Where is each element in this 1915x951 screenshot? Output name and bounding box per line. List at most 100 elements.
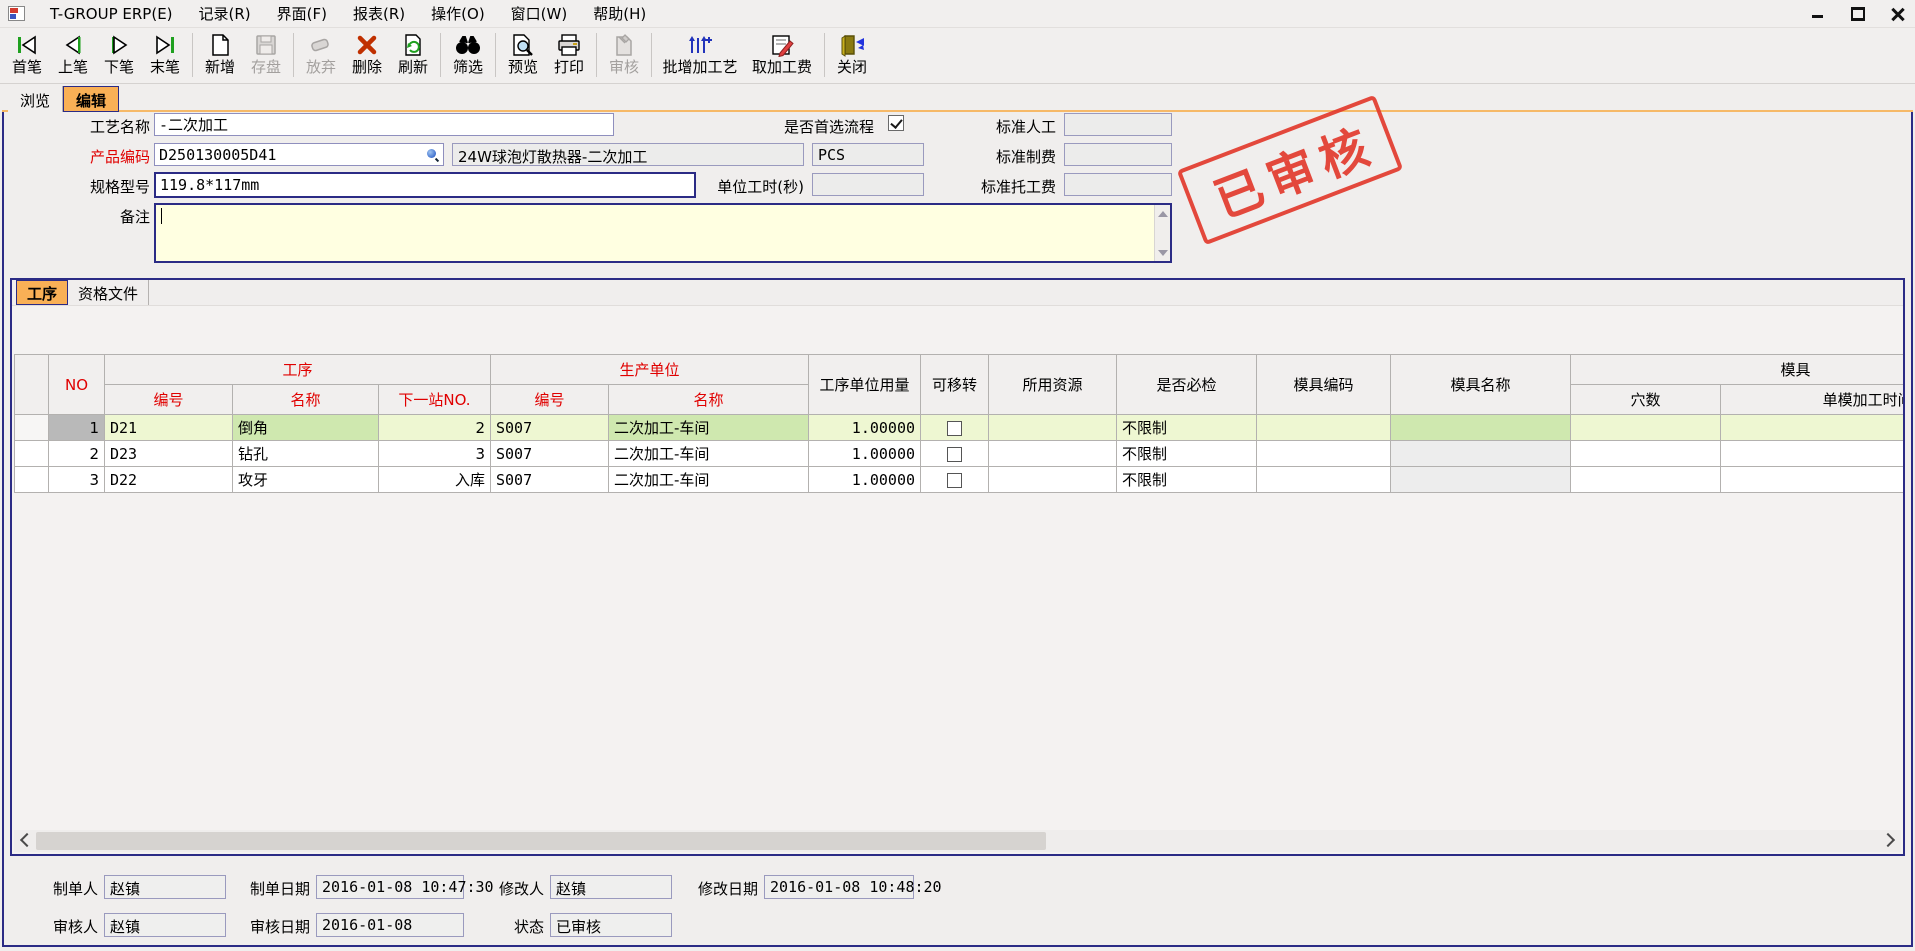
cell-proc-name[interactable]: 倒角 xyxy=(233,415,379,441)
status-label: 状态 xyxy=(498,916,544,937)
cell-cavity[interactable] xyxy=(1571,467,1721,493)
menu-window[interactable]: 窗口(W) xyxy=(498,0,581,27)
row-selector[interactable] xyxy=(15,467,49,493)
cell-proc-code[interactable]: D23 xyxy=(105,441,233,467)
toolbar-separator xyxy=(440,33,441,77)
cell-no[interactable]: 2 xyxy=(49,441,105,467)
toolbar-get-fee-button[interactable]: 取加工费 xyxy=(744,31,820,81)
cell-mold-time[interactable] xyxy=(1721,415,1903,441)
row-selector[interactable] xyxy=(15,415,49,441)
menu-report[interactable]: 报表(R) xyxy=(340,0,418,27)
cell-mold-name[interactable] xyxy=(1391,415,1571,441)
print-preview-icon xyxy=(510,32,536,58)
restore-icon[interactable] xyxy=(1851,7,1865,21)
cell-mold-name[interactable] xyxy=(1391,467,1571,493)
grid-unit-code-header: 编号 xyxy=(491,385,609,415)
tab-process-steps[interactable]: 工序 xyxy=(16,280,68,305)
cell-next-no[interactable]: 3 xyxy=(379,441,491,467)
cell-mold-name[interactable] xyxy=(1391,441,1571,467)
process-name-input[interactable] xyxy=(154,113,614,136)
preferred-flow-checkbox[interactable] xyxy=(888,115,904,131)
menu-interface[interactable]: 界面(F) xyxy=(264,0,340,27)
cell-transferable[interactable] xyxy=(921,467,989,493)
cell-must-check[interactable]: 不限制 xyxy=(1117,441,1257,467)
cell-usage[interactable]: 1.00000 xyxy=(809,441,921,467)
toolbar-last-button[interactable]: 末笔 xyxy=(142,31,188,81)
toolbar-delete-button[interactable]: 删除 xyxy=(344,31,390,81)
close-window-icon[interactable] xyxy=(1891,7,1905,21)
cell-next-no[interactable]: 2 xyxy=(379,415,491,441)
product-code-label: 产品编码 xyxy=(24,146,150,167)
cell-unit-name[interactable]: 二次加工-车间 xyxy=(609,467,809,493)
cell-mold-code[interactable] xyxy=(1257,467,1391,493)
cell-unit-code[interactable]: S007 xyxy=(491,467,609,493)
menu-operate[interactable]: 操作(O) xyxy=(418,0,498,27)
audit-date-field: 2016-01-08 xyxy=(316,913,464,937)
remarks-scrollbar[interactable] xyxy=(1154,205,1170,261)
cell-unit-code[interactable]: S007 xyxy=(491,415,609,441)
toolbar-refresh-button[interactable]: 刷新 xyxy=(390,31,436,81)
transferable-checkbox[interactable] xyxy=(947,447,962,462)
cell-mold-time[interactable] xyxy=(1721,467,1903,493)
cell-transferable[interactable] xyxy=(921,415,989,441)
transferable-checkbox[interactable] xyxy=(947,473,962,488)
cell-transferable[interactable] xyxy=(921,441,989,467)
menu-help[interactable]: 帮助(H) xyxy=(580,0,659,27)
cell-proc-name[interactable]: 攻牙 xyxy=(233,467,379,493)
main-frame: 浏览 编辑 工艺名称 是否首选流程 标准人工 产品编码 24W球泡灯散热器-二次… xyxy=(2,86,1913,947)
tab-browse[interactable]: 浏览 xyxy=(8,86,63,112)
spec-model-input[interactable] xyxy=(154,172,696,198)
toolbar-preview-button[interactable]: 预览 xyxy=(500,31,546,81)
product-code-input[interactable] xyxy=(154,143,444,166)
cell-no[interactable]: 3 xyxy=(49,467,105,493)
tab-qualification-docs[interactable]: 资格文件 xyxy=(68,280,149,305)
cell-mold-code[interactable] xyxy=(1257,441,1391,467)
cell-cavity[interactable] xyxy=(1571,441,1721,467)
cell-proc-name[interactable]: 钻孔 xyxy=(233,441,379,467)
cell-mold-time[interactable] xyxy=(1721,441,1903,467)
remarks-textarea[interactable] xyxy=(156,205,1154,261)
preferred-flow-label: 是否首选流程 xyxy=(704,116,874,137)
cell-next-no[interactable]: 入库 xyxy=(379,467,491,493)
cell-must-check[interactable]: 不限制 xyxy=(1117,467,1257,493)
minimize-icon[interactable] xyxy=(1811,7,1825,21)
cell-cavity[interactable] xyxy=(1571,415,1721,441)
toolbar-batch-add-process-button[interactable]: 批增加工艺 xyxy=(656,31,744,81)
product-lookup-button[interactable] xyxy=(422,145,442,164)
cell-usage[interactable]: 1.00000 xyxy=(809,415,921,441)
cell-resource[interactable] xyxy=(989,441,1117,467)
modify-date-label: 修改日期 xyxy=(682,878,758,899)
cell-mold-code[interactable] xyxy=(1257,415,1391,441)
grid-no-header: NO xyxy=(49,355,105,415)
toolbar-first-button[interactable]: 首笔 xyxy=(4,31,50,81)
cell-unit-name[interactable]: 二次加工-车间 xyxy=(609,415,809,441)
scroll-right-icon[interactable] xyxy=(1879,830,1901,852)
menu-app[interactable]: T-GROUP ERP(E) xyxy=(37,0,186,27)
cell-must-check[interactable]: 不限制 xyxy=(1117,415,1257,441)
cell-unit-name[interactable]: 二次加工-车间 xyxy=(609,441,809,467)
scroll-down-icon[interactable] xyxy=(1157,247,1168,258)
row-selector[interactable] xyxy=(15,441,49,467)
cell-resource[interactable] xyxy=(989,467,1117,493)
horizontal-scrollbar[interactable] xyxy=(14,830,1901,852)
transferable-checkbox[interactable] xyxy=(947,421,962,436)
cell-proc-code[interactable]: D21 xyxy=(105,415,233,441)
toolbar-next-button[interactable]: 下笔 xyxy=(96,31,142,81)
cell-resource[interactable] xyxy=(989,415,1117,441)
toolbar-close-button[interactable]: 关闭 xyxy=(829,31,875,81)
scroll-up-icon[interactable] xyxy=(1157,208,1168,219)
toolbar-separator xyxy=(495,33,496,77)
scroll-left-icon[interactable] xyxy=(14,830,36,852)
cell-proc-code[interactable]: D22 xyxy=(105,467,233,493)
menu-record[interactable]: 记录(R) xyxy=(186,0,264,27)
scrollbar-thumb[interactable] xyxy=(36,832,1046,850)
tab-edit[interactable]: 编辑 xyxy=(63,86,119,112)
toolbar-prev-button[interactable]: 上笔 xyxy=(50,31,96,81)
cell-no[interactable]: 1 xyxy=(49,415,105,441)
cell-usage[interactable]: 1.00000 xyxy=(809,467,921,493)
toolbar-print-button[interactable]: 打印 xyxy=(546,31,592,81)
cell-unit-code[interactable]: S007 xyxy=(491,441,609,467)
toolbar-new-button[interactable]: 新增 xyxy=(197,31,243,81)
toolbar-filter-button[interactable]: 筛选 xyxy=(445,31,491,81)
grid-proc-code-header: 编号 xyxy=(105,385,233,415)
